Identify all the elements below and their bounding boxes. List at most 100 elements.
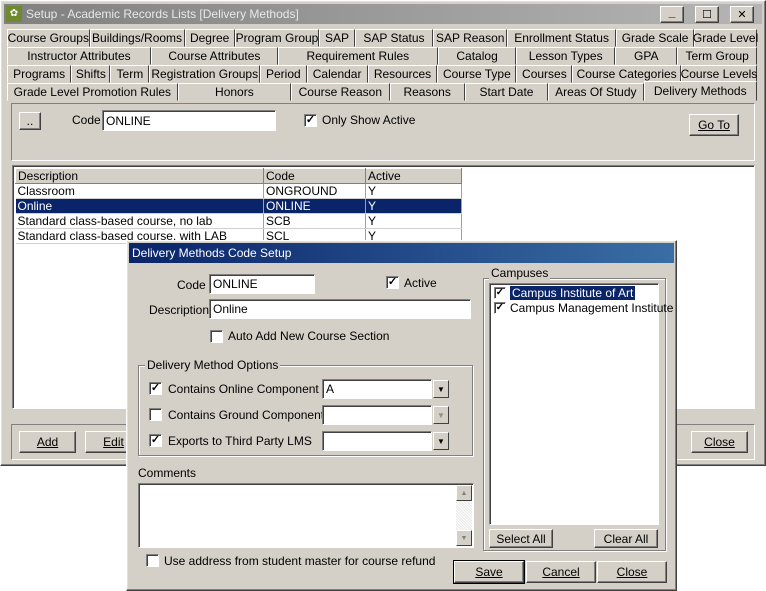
cell-active: Y <box>365 183 462 199</box>
tab-grade-level[interactable]: Grade Level <box>693 29 758 47</box>
description-input[interactable] <box>209 299 471 319</box>
comments-label: Comments <box>138 466 197 480</box>
active-label: Active <box>404 276 437 290</box>
cell-active: Y <box>365 213 462 229</box>
auto-add-checkbox[interactable] <box>210 330 223 343</box>
tab-row-1: Course Groups Buildings/Rooms Degree Progra… <box>7 29 758 47</box>
add-label: Add <box>36 435 59 449</box>
tab-buildings-rooms[interactable]: Buildings/Rooms <box>89 29 185 47</box>
maximize-button[interactable]: ☐ <box>695 6 719 23</box>
tab-grade-scale[interactable]: Grade Scale <box>615 29 695 47</box>
table-row[interactable]: Online ONLINE Y <box>15 198 462 214</box>
third-party-lms-select[interactable] <box>322 431 432 451</box>
online-component-select[interactable] <box>322 379 432 399</box>
tab-areas-of-study[interactable]: Areas Of Study <box>548 83 644 101</box>
goto-label: Go To <box>698 118 730 132</box>
save-button[interactable]: Save <box>453 560 525 584</box>
campus-list-item[interactable]: ✓ Campus Management Institute <box>492 301 673 316</box>
tab-row-4: Grade Level Promotion Rules Honors Course … <box>7 81 757 101</box>
dialog-titlebar[interactable]: Delivery Methods Code Setup <box>129 243 674 263</box>
campuses-list[interactable]: ✓ Campus Institute of Art ✓ Campus Manageme… <box>489 283 673 525</box>
campus-checkbox[interactable]: ✓ <box>494 287 506 299</box>
tab-catalog[interactable]: Catalog <box>437 47 517 65</box>
comments-scroll-track[interactable] <box>456 501 472 531</box>
tab-program-group[interactable]: Program Group <box>234 29 320 47</box>
select-all-button[interactable]: Select All <box>489 529 553 548</box>
tab-shifts[interactable]: Shifts <box>71 65 111 83</box>
code-setup-dialog: Delivery Methods Code Setup Code ✓ Activ… <box>126 240 677 591</box>
dialog-code-label: Code <box>177 278 206 292</box>
tab-enrollment-status[interactable]: Enrollment Status <box>507 29 616 47</box>
tab-lesson-types[interactable]: Lesson Types <box>516 47 616 65</box>
clear-all-button[interactable]: Clear All <box>594 529 658 548</box>
tab-requirement-rules[interactable]: Requirement Rules <box>277 47 438 65</box>
col-code-header[interactable]: Code <box>263 168 366 184</box>
close-window-button[interactable]: ✕ <box>730 6 754 23</box>
only-active-label: Only Show Active <box>322 113 416 127</box>
online-component-checkbox[interactable]: ✓ <box>149 382 162 395</box>
ground-component-select[interactable] <box>322 405 432 425</box>
tab-course-groups[interactable]: Course Groups <box>7 29 90 47</box>
campus-name: Campus Management Institute <box>510 301 674 315</box>
main-close-button[interactable]: Close <box>691 431 748 453</box>
active-checkbox[interactable]: ✓ <box>386 276 399 289</box>
use-address-checkbox[interactable] <box>146 554 159 567</box>
table-row[interactable]: Classroom ONGROUND Y <box>15 183 462 199</box>
cancel-button[interactable]: Cancel <box>526 561 596 583</box>
tab-course-type[interactable]: Course Type <box>437 65 517 83</box>
tab-degree[interactable]: Degree <box>184 29 235 47</box>
chevron-down-icon: ▼ <box>437 436 445 446</box>
tab-term-group[interactable]: Term Group <box>677 47 757 65</box>
tab-instructor-attributes[interactable]: Instructor Attributes <box>7 47 151 65</box>
main-titlebar[interactable]: ✿ Setup - Academic Records Lists [Delive… <box>4 4 762 24</box>
col-active-header[interactable]: Active <box>365 168 462 184</box>
ground-component-label: Contains Ground Component <box>168 408 325 422</box>
table-row[interactable]: Standard class-based course, no lab SCB Y <box>15 213 462 229</box>
campus-name: Campus Institute of Art <box>510 286 636 300</box>
tab-gpa[interactable]: GPA <box>615 47 678 65</box>
description-label: Description <box>149 303 210 317</box>
tab-sap[interactable]: SAP <box>319 29 355 47</box>
col-description-header[interactable]: Description <box>15 168 264 184</box>
tab-courses[interactable]: Courses <box>516 65 573 83</box>
dialog-close-button[interactable]: Close <box>597 561 667 583</box>
comments-scroll-down[interactable]: ▼ <box>456 530 472 546</box>
minimize-button[interactable]: _ <box>660 5 684 23</box>
cell-description: Standard class-based course, no lab <box>15 213 264 229</box>
comments-scroll-up[interactable]: ▲ <box>456 485 472 501</box>
auto-add-label: Auto Add New Course Section <box>228 329 390 343</box>
tab-sap-reason[interactable]: SAP Reason <box>433 29 508 47</box>
dialog-close-label: Close <box>616 565 648 579</box>
ground-component-checkbox[interactable] <box>149 408 162 421</box>
third-party-lms-dropdown[interactable]: ▼ <box>433 432 449 450</box>
campus-checkbox[interactable]: ✓ <box>494 302 506 314</box>
tab-term[interactable]: Term <box>110 65 150 83</box>
tab-programs[interactable]: Programs <box>7 65 72 83</box>
tab-honors[interactable]: Honors <box>177 83 292 101</box>
tab-registration-groups[interactable]: Registration Groups <box>149 65 261 83</box>
tab-period[interactable]: Period <box>260 65 307 83</box>
add-button[interactable]: Add <box>19 431 76 453</box>
online-component-dropdown[interactable]: ▼ <box>433 380 449 398</box>
tab-resources[interactable]: Resources <box>367 65 438 83</box>
cell-code: ONGROUND <box>263 183 366 199</box>
tab-course-attributes[interactable]: Course Attributes <box>150 47 278 65</box>
filter-code-input[interactable] <box>102 110 276 131</box>
goto-button[interactable]: Go To <box>689 114 739 136</box>
tab-reasons[interactable]: Reasons <box>389 83 465 101</box>
third-party-lms-checkbox[interactable]: ✓ <box>149 434 162 447</box>
comments-textarea[interactable]: ▲ ▼ <box>138 483 474 548</box>
dialog-code-input[interactable] <box>209 274 315 294</box>
only-active-checkbox[interactable]: ✓ <box>304 114 317 127</box>
scroll-down-icon: ▼ <box>460 534 468 542</box>
ground-component-dropdown[interactable]: ▼ <box>433 406 449 424</box>
tab-start-date[interactable]: Start Date <box>464 83 549 101</box>
tab-grade-level-promotion-rules[interactable]: Grade Level Promotion Rules <box>7 83 178 101</box>
tab-sap-status[interactable]: SAP Status <box>354 29 434 47</box>
tab-calendar[interactable]: Calendar <box>306 65 368 83</box>
campus-list-item[interactable]: ✓ Campus Institute of Art <box>492 286 658 301</box>
tab-course-reason[interactable]: Course Reason <box>291 83 390 101</box>
app-icon: ✿ <box>6 6 22 22</box>
tab-delivery-methods[interactable]: Delivery Methods <box>643 81 757 101</box>
ellipsis-button[interactable]: .. <box>19 112 41 130</box>
